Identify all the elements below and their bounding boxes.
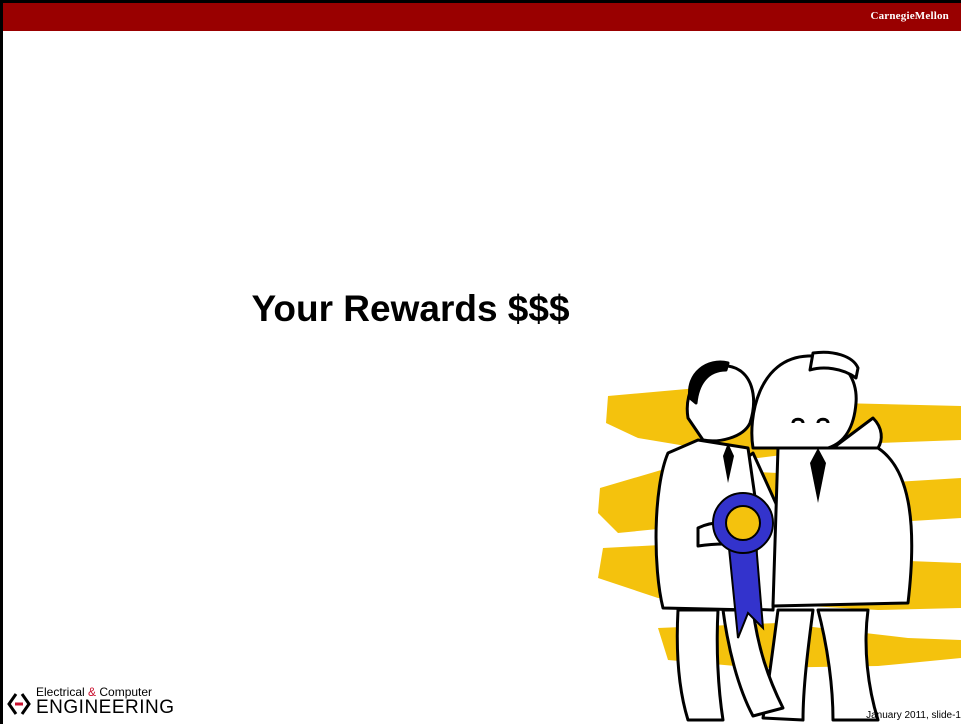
- carnegie-mellon-brand: CarnegieMellon: [870, 10, 949, 22]
- award-clipart-illustration: [598, 350, 961, 722]
- slide: CarnegieMellon Your Rewards $$$ Electric…: [0, 0, 961, 724]
- logo-title: ENGINEERING: [36, 697, 175, 718]
- ece-brackets-logo-icon: [7, 693, 31, 715]
- slide-title: Your Rewards $$$: [251, 288, 570, 329]
- slide-left-border: [0, 0, 3, 724]
- header-bar: CarnegieMellon: [3, 0, 961, 31]
- ece-logo: Electrical & Computer ENGINEERING: [6, 685, 206, 721]
- slide-date-number: January 2011, slide-1: [866, 710, 961, 721]
